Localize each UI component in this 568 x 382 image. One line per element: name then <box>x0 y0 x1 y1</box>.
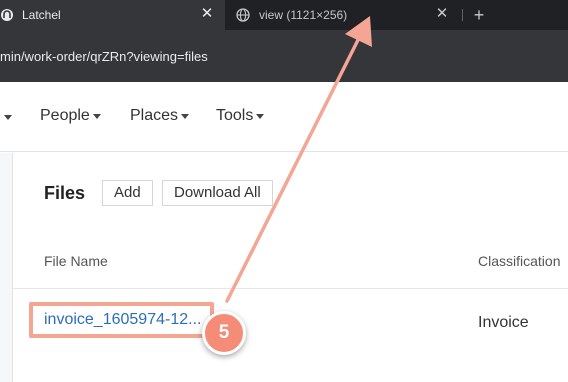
section-title: Files <box>44 183 86 203</box>
url-field[interactable]: min/work-order/qrZRn?viewing=files <box>0 50 208 64</box>
nav-item-label: People <box>40 107 90 124</box>
files-card: Files Add Download All File Name Classif… <box>12 153 568 382</box>
close-tab-icon[interactable]: ✕ <box>434 6 450 22</box>
column-header-classification[interactable]: Classification <box>478 253 560 269</box>
address-bar: min/work-order/qrZRn?viewing=files <box>0 30 568 82</box>
tab-title: view (1121×256) <box>259 8 348 22</box>
latchel-favicon-icon <box>1 9 13 21</box>
nav-item-people[interactable]: People <box>40 107 101 125</box>
nav-item-label: Places <box>130 107 179 124</box>
main-content: Files Add Download All File Name Classif… <box>0 153 568 382</box>
tab-title: Latchel <box>22 8 61 22</box>
chevron-down-icon <box>181 113 190 119</box>
browser-tab-view[interactable]: view (1121×256) ✕ <box>225 0 462 30</box>
new-tab-button[interactable]: + <box>469 5 489 25</box>
chevron-down-icon[interactable] <box>4 115 12 120</box>
chevron-down-icon <box>92 113 101 119</box>
highlight-box <box>29 302 214 338</box>
download-all-button[interactable]: Download All <box>162 180 273 206</box>
globe-icon <box>236 8 250 22</box>
divider <box>13 288 568 289</box>
column-header-file-name[interactable]: File Name <box>44 253 108 269</box>
browser-tab-latchel[interactable]: Latchel ✕ <box>0 0 225 30</box>
classification-cell: Invoice <box>478 314 529 331</box>
browser-tab-strip: Latchel ✕ view (1121×256) ✕ + <box>0 0 568 30</box>
add-file-button[interactable]: Add <box>102 180 153 206</box>
nav-item-label: Tools <box>216 107 254 124</box>
nav-item-places[interactable]: Places <box>130 107 190 125</box>
nav-item-tools[interactable]: Tools <box>216 107 265 125</box>
top-nav: People Places Tools <box>0 82 568 152</box>
close-tab-icon[interactable]: ✕ <box>199 6 215 22</box>
step-badge: 5 <box>202 311 246 355</box>
chevron-down-icon <box>256 113 265 119</box>
tab-separator <box>462 9 463 21</box>
